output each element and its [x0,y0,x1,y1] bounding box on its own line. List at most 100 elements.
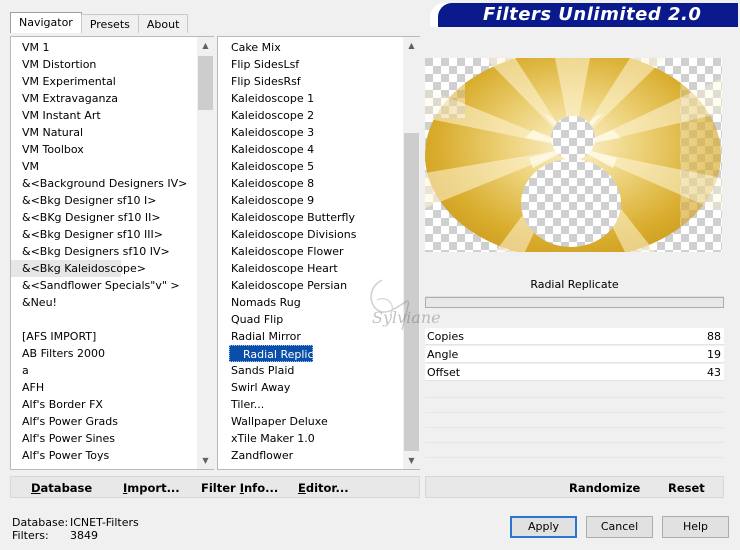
category-item[interactable]: VM Toolbox [11,141,197,158]
scroll-up-icon[interactable]: ▲ [197,37,214,54]
left-toolbar: Database Import... Filter Info... Editor… [10,476,420,498]
filter-list-panel: Cake Mix Flip SidesLsf Flip SidesRsf Kaleid… [217,36,420,470]
param-angle[interactable]: Angle 19 [425,346,724,363]
param-empty-row [425,398,724,413]
apply-button[interactable]: Apply [510,516,577,538]
category-item[interactable]: VM Experimental [11,73,197,90]
brand-banner: Filters Unlimited 2.0 [430,3,738,27]
filter-item[interactable]: Kaleidoscope Flower [218,243,403,260]
category-list-panel: VM 1 VM Distortion VM Experimental VM Extra… [10,36,214,470]
category-item[interactable]: &<BKg Designer sf10 II> [11,209,197,226]
category-scrollbar[interactable]: ▲ ▼ [197,37,214,469]
tab-navigator[interactable]: Navigator [10,12,82,33]
right-toolbar: Randomize Reset [425,476,724,498]
category-item[interactable]: Alf's Power Toys [11,447,197,464]
filter-item[interactable]: Zandflower [218,447,403,464]
category-item[interactable]: &<Bkg Kaleidoscope> [11,260,146,277]
filter-item[interactable]: Wallpaper Deluxe [218,413,403,430]
cancel-button[interactable]: Cancel [586,516,653,538]
category-item[interactable]: [AFS IMPORT] [11,328,197,345]
editor-button[interactable]: Editor... [298,477,349,499]
filter-item[interactable]: Tiler... [218,396,403,413]
param-value: 43 [707,366,721,379]
database-button[interactable]: Database [31,477,92,499]
filter-list[interactable]: Cake Mix Flip SidesLsf Flip SidesRsf Kaleid… [218,37,403,469]
filter-item[interactable]: Radial Mirror [218,328,403,345]
category-item[interactable]: &Neu! [11,294,197,311]
param-empty-row [425,443,724,458]
param-label: Offset [427,366,461,379]
filter-item[interactable]: Sands Plaid [218,362,403,379]
category-item[interactable]: a [11,362,197,379]
scroll-down-icon[interactable]: ▼ [197,452,214,469]
filter-item[interactable]: Flip SidesLsf [218,56,403,73]
tab-presets[interactable]: Presets [80,14,139,33]
param-slider-track[interactable] [425,297,724,308]
filter-scrollbar[interactable]: ▲ ▼ [403,37,420,469]
param-value: 19 [707,348,721,361]
filter-item[interactable]: Kaleidoscope 4 [218,141,403,158]
randomize-button[interactable]: Randomize [569,477,640,499]
filter-item[interactable]: Kaleidoscope Heart [218,260,403,277]
filter-item[interactable]: Kaleidoscope 8 [218,175,403,192]
filter-item[interactable]: xTile Maker 1.0 [218,430,403,447]
category-item[interactable]: VM Distortion [11,56,197,73]
preview-image [425,58,722,252]
scroll-thumb[interactable] [404,133,419,451]
filter-item[interactable]: Kaleidoscope Butterfly [218,209,403,226]
help-button[interactable]: Help [662,516,729,538]
filter-info-button[interactable]: Filter Info... [201,477,278,499]
category-item[interactable]: Alf's Border FX [11,396,197,413]
category-item[interactable]: &<Bkg Designer sf10 III> [11,226,197,243]
params-title: Radial Replicate [425,272,724,297]
category-item[interactable] [11,311,197,328]
filter-item[interactable]: Kaleidoscope Divisions [218,226,403,243]
filter-item[interactable]: Radial Replicate [229,345,331,362]
reset-button[interactable]: Reset [668,477,705,499]
database-value: ICNET-Filters [70,516,139,529]
scroll-thumb[interactable] [198,56,213,110]
category-item[interactable]: &<Sandflower Specials"v" > [11,277,197,294]
category-item[interactable]: &<Bkg Designer sf10 I> [11,192,197,209]
category-item[interactable]: VM [11,158,197,175]
filter-item[interactable]: Cake Mix [218,39,403,56]
param-label: Copies [427,330,464,343]
tab-bar: Navigator Presets About [10,12,189,34]
category-item[interactable]: VM Extravaganza [11,90,197,107]
scroll-down-icon[interactable]: ▼ [403,452,420,469]
filter-item[interactable]: Kaleidoscope 2 [218,107,403,124]
filter-item[interactable]: Kaleidoscope Persian [218,277,403,294]
category-item[interactable]: VM Natural [11,124,197,141]
category-list[interactable]: VM 1 VM Distortion VM Experimental VM Extra… [11,37,197,469]
param-label: Angle [427,348,459,361]
category-item[interactable]: AB Filters 2000 [11,345,197,362]
status-area: Database: ICNET-Filters Filters: 3849 [12,516,212,542]
filter-item[interactable]: Kaleidoscope 9 [218,192,403,209]
database-label: Database: [12,516,69,529]
filter-item[interactable]: Kaleidoscope 1 [218,90,403,107]
category-item[interactable]: Alf's Power Grads [11,413,197,430]
kaleidoscope-preview-icon [425,58,722,252]
param-value: 88 [707,330,721,343]
category-item[interactable]: VM 1 [11,39,197,56]
filter-item[interactable]: Kaleidoscope 5 [218,158,403,175]
param-copies[interactable]: Copies 88 [425,328,724,345]
category-item[interactable]: Alf's Power Sines [11,430,197,447]
param-empty-row [425,428,724,443]
import-button[interactable]: Import... [123,477,180,499]
filter-item[interactable]: Quad Flip [218,311,403,328]
filters-count: 3849 [70,529,98,542]
category-item[interactable]: &<Background Designers IV> [11,175,197,192]
brand-title: Filters Unlimited 2.0 [438,3,738,27]
tab-about[interactable]: About [137,14,189,33]
category-item[interactable]: AFH [11,379,197,396]
filter-item[interactable]: Swirl Away [218,379,403,396]
param-offset[interactable]: Offset 43 [425,364,724,381]
category-item[interactable]: VM Instant Art [11,107,197,124]
filter-item[interactable]: Flip SidesRsf [218,73,403,90]
category-item[interactable]: &<Bkg Designers sf10 IV> [11,243,197,260]
filters-label: Filters: [12,529,49,542]
filter-item[interactable]: Kaleidoscope 3 [218,124,403,141]
filter-item[interactable]: Nomads Rug [218,294,403,311]
scroll-up-icon[interactable]: ▲ [403,37,420,54]
